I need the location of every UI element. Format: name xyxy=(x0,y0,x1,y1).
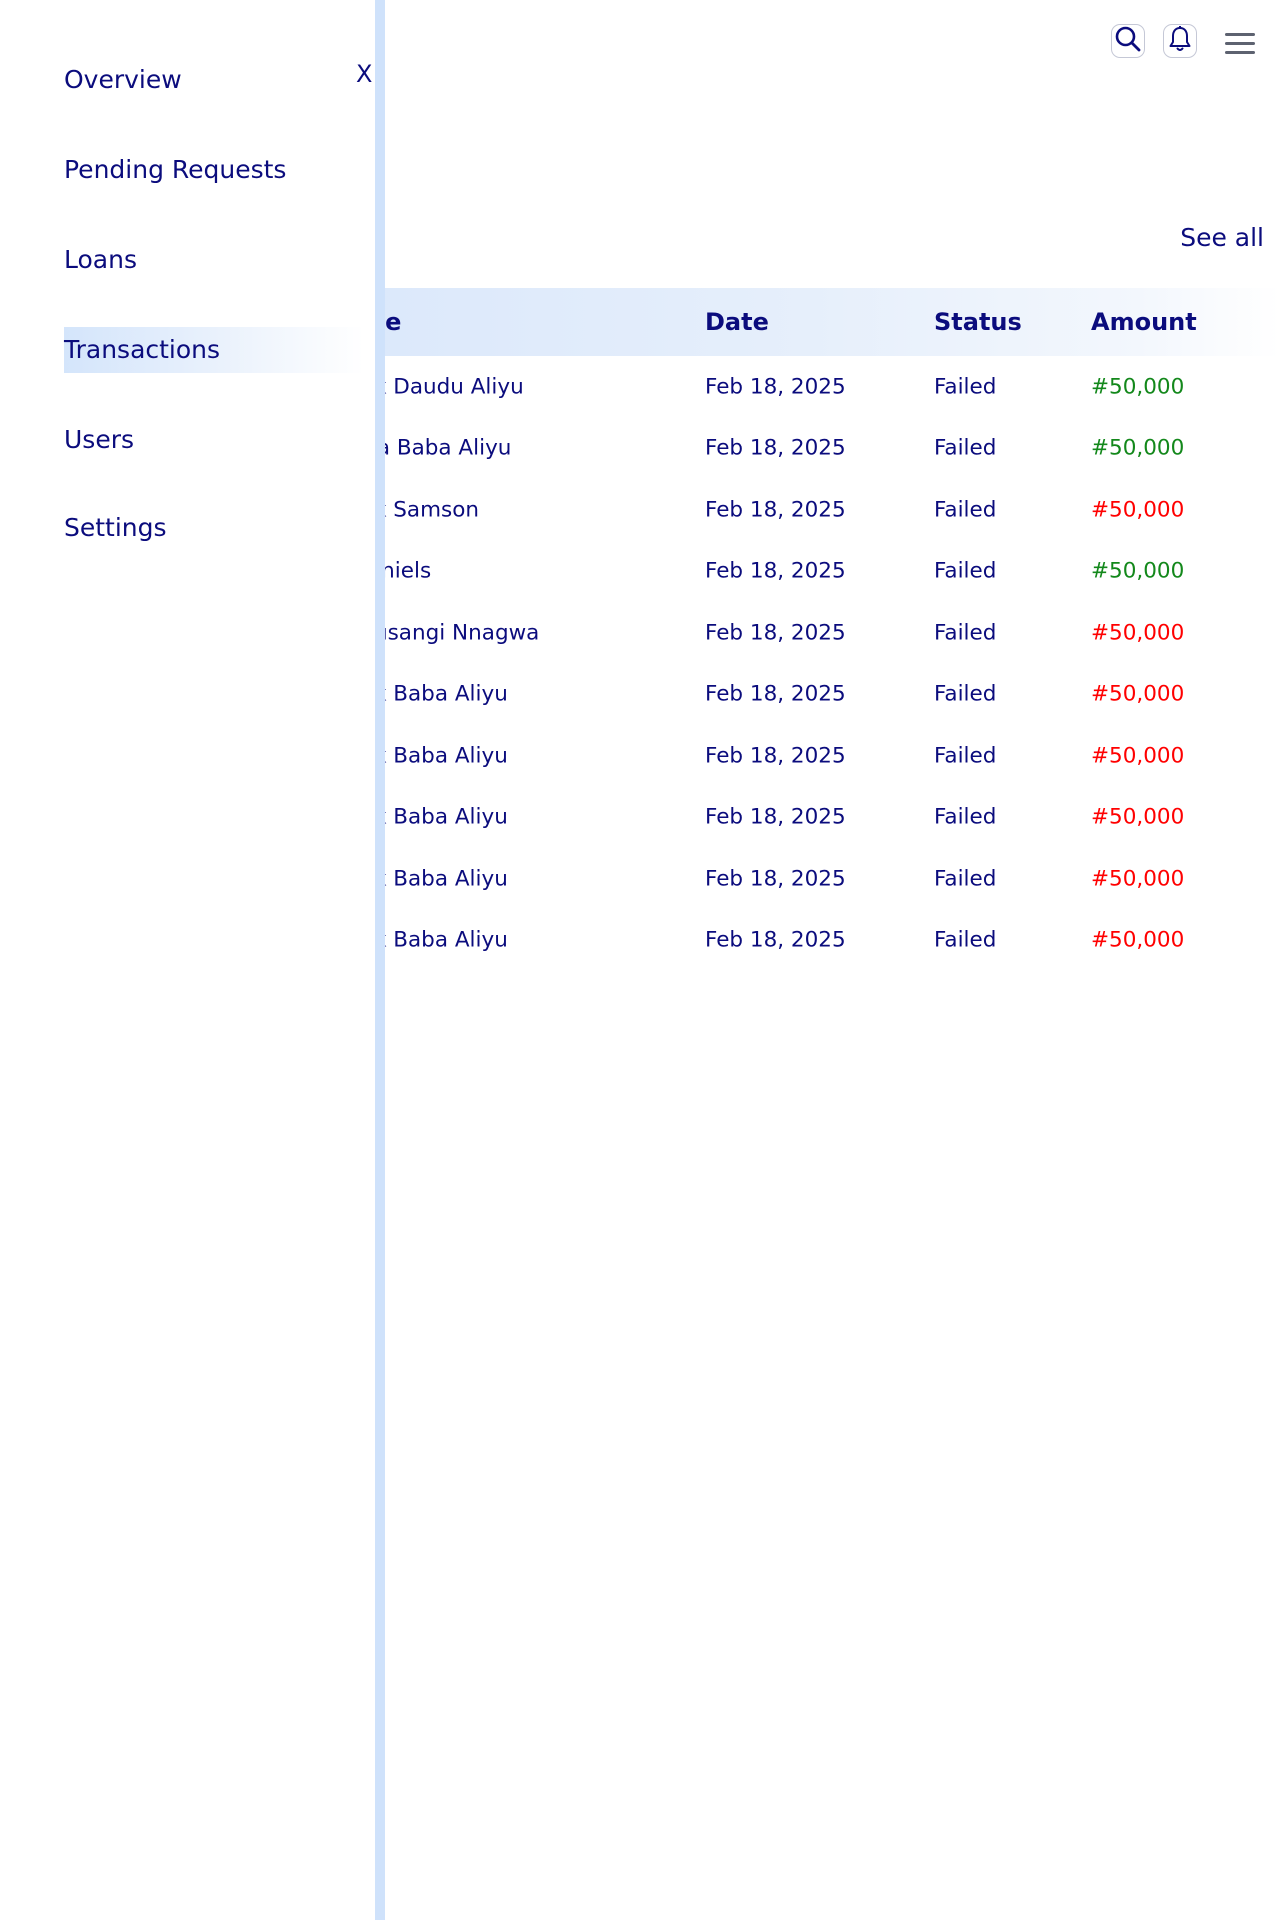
cell-amount: #50,000 xyxy=(1091,743,1185,769)
cell-date: Feb 18, 2025 xyxy=(705,558,846,584)
cell-amount: #50,000 xyxy=(1091,620,1185,646)
table-row[interactable]: ık Daudu Aliyu Feb 18, 2025 Failed #50,000 xyxy=(340,356,1280,418)
hamburger-menu-icon[interactable] xyxy=(1225,33,1255,59)
table-row[interactable]: ık Baba Aliyu Feb 18, 2025 Failed #50,000 xyxy=(340,664,1280,726)
nav-item-loans[interactable]: Loans xyxy=(64,237,364,283)
nav-item-transactions[interactable]: Transactions xyxy=(64,327,364,373)
cell-amount: #50,000 xyxy=(1091,866,1185,892)
transactions-table: ne Date Status Amount ık Daudu Aliyu Feb … xyxy=(340,288,1280,971)
cell-date: Feb 18, 2025 xyxy=(705,804,846,830)
table-row[interactable]: ık Baba Aliyu Feb 18, 2025 Failed #50,000 xyxy=(340,848,1280,910)
cell-date: Feb 18, 2025 xyxy=(705,927,846,953)
cell-status: Failed xyxy=(934,620,997,646)
table-row[interactable]: aniels Feb 18, 2025 Failed #50,000 xyxy=(340,541,1280,603)
cell-name: ık Baba Aliyu xyxy=(368,804,508,830)
search-button[interactable] xyxy=(1111,24,1145,58)
cell-date: Feb 18, 2025 xyxy=(705,743,846,769)
cell-name: ık Baba Aliyu xyxy=(368,743,508,769)
cell-amount: #50,000 xyxy=(1091,497,1185,523)
cell-amount: #50,000 xyxy=(1091,681,1185,707)
cell-date: Feb 18, 2025 xyxy=(705,866,846,892)
cell-date: Feb 18, 2025 xyxy=(705,374,846,400)
cell-status: Failed xyxy=(934,374,997,400)
column-header-date: Date xyxy=(705,308,769,336)
table-row[interactable]: ra Baba Aliyu Feb 18, 2025 Failed #50,000 xyxy=(340,418,1280,480)
top-header xyxy=(860,0,1280,90)
cell-status: Failed xyxy=(934,681,997,707)
nav-item-settings[interactable]: Settings xyxy=(64,505,364,551)
cell-date: Feb 18, 2025 xyxy=(705,435,846,461)
table-row[interactable]: ıusangi Nnagwa Feb 18, 2025 Failed #50,000 xyxy=(340,602,1280,664)
cell-status: Failed xyxy=(934,743,997,769)
column-header-amount: Amount xyxy=(1091,308,1197,336)
cell-name: ık Baba Aliyu xyxy=(368,866,508,892)
cell-name: ık Baba Aliyu xyxy=(368,681,508,707)
cell-status: Failed xyxy=(934,558,997,584)
cell-amount: #50,000 xyxy=(1091,435,1185,461)
cell-status: Failed xyxy=(934,866,997,892)
nav-item-users[interactable]: Users xyxy=(64,417,364,463)
cell-date: Feb 18, 2025 xyxy=(705,681,846,707)
side-drawer: X Overview Pending Requests Loans Transa… xyxy=(0,0,375,1920)
notifications-button[interactable] xyxy=(1163,24,1197,58)
cell-status: Failed xyxy=(934,927,997,953)
cell-amount: #50,000 xyxy=(1091,374,1185,400)
cell-name: ık Baba Aliyu xyxy=(368,927,508,953)
see-all-link[interactable]: See all xyxy=(1180,223,1264,252)
table-row[interactable]: ık Baba Aliyu Feb 18, 2025 Failed #50,000 xyxy=(340,725,1280,787)
cell-name: ra Baba Aliyu xyxy=(368,435,512,461)
cell-date: Feb 18, 2025 xyxy=(705,620,846,646)
cell-amount: #50,000 xyxy=(1091,804,1185,830)
nav-item-overview[interactable]: Overview xyxy=(64,57,364,103)
table-row[interactable]: ık Samson Feb 18, 2025 Failed #50,000 xyxy=(340,479,1280,541)
cell-amount: #50,000 xyxy=(1091,927,1185,953)
cell-name: ık Daudu Aliyu xyxy=(368,374,524,400)
cell-status: Failed xyxy=(934,497,997,523)
bell-icon xyxy=(1168,25,1192,57)
cell-date: Feb 18, 2025 xyxy=(705,497,846,523)
table-row[interactable]: ık Baba Aliyu Feb 18, 2025 Failed #50,000 xyxy=(340,910,1280,972)
table-row[interactable]: ık Baba Aliyu Feb 18, 2025 Failed #50,000 xyxy=(340,787,1280,849)
column-header-status: Status xyxy=(934,308,1022,336)
drawer-edge xyxy=(375,0,385,1920)
table-header: ne Date Status Amount xyxy=(340,288,1280,356)
table-body: ık Daudu Aliyu Feb 18, 2025 Failed #50,000 r… xyxy=(340,356,1280,971)
cell-status: Failed xyxy=(934,804,997,830)
cell-amount: #50,000 xyxy=(1091,558,1185,584)
cell-name: ıusangi Nnagwa xyxy=(368,620,540,646)
search-icon xyxy=(1114,25,1142,57)
cell-status: Failed xyxy=(934,435,997,461)
nav-item-pending-requests[interactable]: Pending Requests xyxy=(64,147,364,193)
